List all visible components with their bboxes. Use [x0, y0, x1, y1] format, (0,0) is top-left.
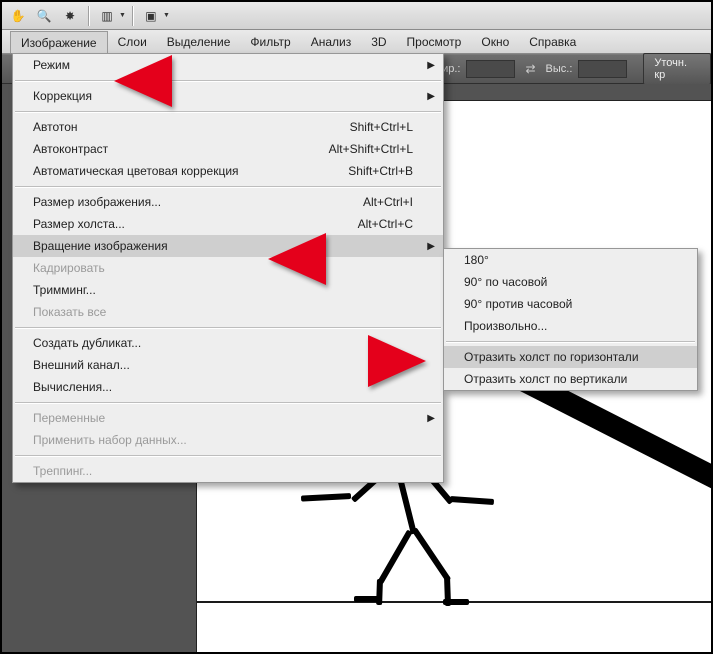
- menu-item[interactable]: Размер холста... Alt+Ctrl+C: [13, 213, 443, 235]
- menu-item: Треппинг...: [13, 460, 443, 482]
- menu-item-label: Режим: [33, 58, 70, 72]
- menu-separator: [15, 186, 441, 187]
- hand-icon[interactable]: ✋: [6, 5, 30, 27]
- layout-icon[interactable]: ▥: [95, 5, 119, 27]
- menu-item: Переменные ▶: [13, 407, 443, 429]
- menu-item-shortcut: Alt+Shift+Ctrl+L: [329, 142, 423, 156]
- zoom-icon[interactable]: 🔍: [32, 5, 56, 27]
- menu-item-label: Автотон: [33, 120, 78, 134]
- tool-toolbar: ✋ 🔍 ✸ ▥▼ ▣▼: [2, 2, 711, 30]
- menu-separator: [15, 111, 441, 112]
- annotation-arrow-icon: [268, 233, 326, 285]
- menu-item-label: Размер холста...: [33, 217, 125, 231]
- menu-Просмотр[interactable]: Просмотр: [397, 30, 472, 53]
- menu-item[interactable]: Режим ▶: [13, 54, 443, 76]
- menu-item-label: Автоконтраст: [33, 142, 108, 156]
- menu-item[interactable]: 180°: [444, 249, 697, 271]
- chevron-down-icon[interactable]: ▼: [119, 12, 126, 19]
- figure-arm: [450, 496, 494, 505]
- menu-item-label: Применить набор данных...: [33, 433, 187, 447]
- app-frame: ✋ 🔍 ✸ ▥▼ ▣▼ ИзображениеСлоиВыделениеФиль…: [0, 0, 713, 654]
- menu-Выделение[interactable]: Выделение: [157, 30, 241, 53]
- figure-leg: [377, 530, 412, 585]
- menu-item[interactable]: Отразить холст по горизонтали: [444, 346, 697, 368]
- menu-Справка[interactable]: Справка: [519, 30, 586, 53]
- height-field[interactable]: [578, 60, 627, 78]
- menu-item-label: Коррекция: [33, 89, 92, 103]
- menu-item-shortcut: Shift+Ctrl+L: [350, 120, 423, 134]
- chevron-down-icon[interactable]: ▼: [163, 12, 170, 19]
- menu-item[interactable]: Размер изображения... Alt+Ctrl+I: [13, 191, 443, 213]
- figure-arm: [301, 493, 351, 502]
- menu-item-label: Отразить холст по вертикали: [464, 372, 627, 386]
- swap-icon[interactable]: ⇄: [521, 62, 539, 76]
- menu-item[interactable]: Автотон Shift+Ctrl+L: [13, 116, 443, 138]
- menu-item-label: Вращение изображения: [33, 239, 168, 253]
- menu-item-label: Размер изображения...: [33, 195, 161, 209]
- menu-item-label: Произвольно...: [464, 319, 547, 333]
- submenu-arrow-icon: ▶: [427, 241, 435, 252]
- menu-item-label: 180°: [464, 253, 489, 267]
- annotation-arrow-icon: [368, 335, 426, 387]
- image-menu-dropdown: Режим ▶ Коррекция ▶ Автотон Shift+Ctrl+L Авток…: [12, 53, 444, 483]
- menu-Слои[interactable]: Слои: [108, 30, 157, 53]
- menu-item-label: Создать дубликат...: [33, 336, 141, 350]
- menu-item-label: Отразить холст по горизонтали: [464, 350, 639, 364]
- menu-Изображение[interactable]: Изображение: [10, 31, 108, 53]
- menu-bar: ИзображениеСлоиВыделениеФильтрАнализ3DПр…: [2, 30, 711, 54]
- submenu-arrow-icon: ▶: [427, 91, 435, 102]
- menu-item-shortcut: Alt+Ctrl+C: [358, 217, 423, 231]
- menu-item[interactable]: Отразить холст по вертикали: [444, 368, 697, 390]
- divider: [88, 6, 89, 26]
- rotate-view-icon[interactable]: ✸: [58, 5, 82, 27]
- menu-item-label: Внешний канал...: [33, 358, 130, 372]
- screen-mode-icon[interactable]: ▣: [139, 5, 163, 27]
- menu-item[interactable]: Автоматическая цветовая коррекция Shift+C…: [13, 160, 443, 182]
- menu-item[interactable]: Произвольно...: [444, 315, 697, 337]
- menu-item-label: 90° против часовой: [464, 297, 572, 311]
- menu-item-label: 90° по часовой: [464, 275, 547, 289]
- menu-Фильтр[interactable]: Фильтр: [240, 30, 300, 53]
- submenu-arrow-icon: ▶: [427, 413, 435, 424]
- menu-item[interactable]: 90° по часовой: [444, 271, 697, 293]
- menu-item[interactable]: 90° против часовой: [444, 293, 697, 315]
- menu-separator: [15, 80, 441, 81]
- menu-separator: [15, 402, 441, 403]
- menu-Окно[interactable]: Окно: [471, 30, 519, 53]
- menu-item: Кадрировать: [13, 257, 443, 279]
- submenu-arrow-icon: ▶: [427, 60, 435, 71]
- menu-3D[interactable]: 3D: [361, 30, 396, 53]
- menu-separator: [15, 455, 441, 456]
- menu-item-label: Показать все: [33, 305, 106, 319]
- figure-foot: [354, 596, 380, 602]
- height-label: Выс.:: [546, 63, 573, 75]
- menu-item-label: Треппинг...: [33, 464, 92, 478]
- rotate-submenu: 180° 90° по часовой 90° против часовой Прои…: [443, 248, 698, 391]
- menu-item-label: Вычисления...: [33, 380, 112, 394]
- figure-foot: [443, 599, 469, 605]
- menu-separator: [446, 341, 695, 342]
- menu-item-label: Кадрировать: [33, 261, 105, 275]
- width-field[interactable]: [466, 60, 515, 78]
- figure-leg: [412, 527, 452, 582]
- menu-item[interactable]: Автоконтраст Alt+Shift+Ctrl+L: [13, 138, 443, 160]
- menu-item: Применить набор данных...: [13, 429, 443, 451]
- menu-item[interactable]: Коррекция ▶: [13, 85, 443, 107]
- refine-edge-button[interactable]: Уточн. кр: [643, 53, 711, 85]
- menu-Анализ[interactable]: Анализ: [301, 30, 362, 53]
- menu-item-shortcut: Shift+Ctrl+B: [348, 164, 423, 178]
- menu-item-label: Тримминг...: [33, 283, 96, 297]
- menu-separator: [15, 327, 441, 328]
- menu-item: Показать все: [13, 301, 443, 323]
- menu-item[interactable]: Тримминг...: [13, 279, 443, 301]
- menu-item-shortcut: Alt+Ctrl+I: [363, 195, 423, 209]
- divider: [132, 6, 133, 26]
- menu-item-label: Переменные: [33, 411, 105, 425]
- menu-item-label: Автоматическая цветовая коррекция: [33, 164, 239, 178]
- menu-item[interactable]: Вращение изображения ▶: [13, 235, 443, 257]
- annotation-arrow-icon: [114, 55, 172, 107]
